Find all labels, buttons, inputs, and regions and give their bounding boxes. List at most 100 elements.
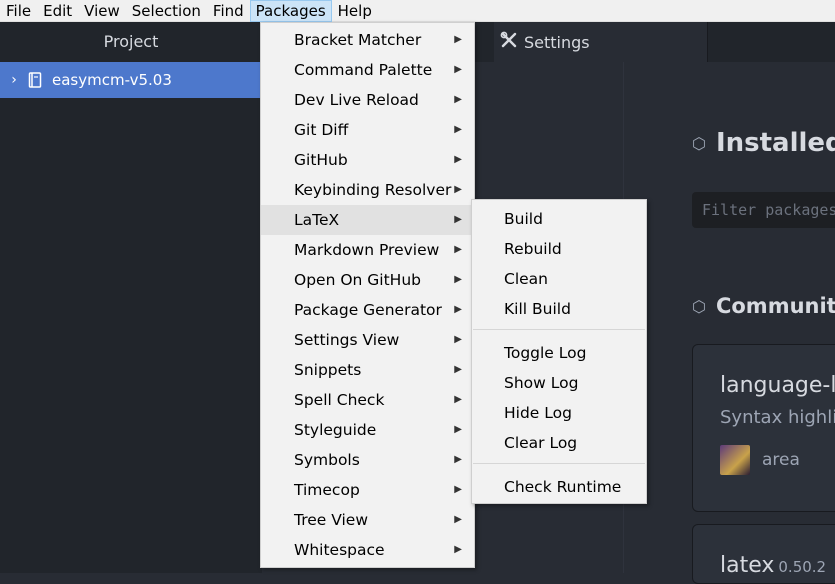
package-icon: ⬡ (692, 133, 706, 153)
submenu-arrow-icon: ▶ (454, 124, 462, 135)
menu-item-snippets[interactable]: Snippets ▶ (261, 355, 474, 385)
menu-item-label: LaTeX (294, 211, 340, 229)
submenu-arrow-icon: ▶ (454, 214, 462, 225)
menu-item-label: Snippets (294, 361, 362, 379)
project-root-label: easymcm-v5.03 (52, 71, 172, 89)
menu-find[interactable]: Find (207, 0, 250, 22)
menu-item-whitespace[interactable]: Whitespace ▶ (261, 535, 474, 565)
menu-item-tree-view[interactable]: Tree View ▶ (261, 505, 474, 535)
submenu-arrow-icon: ▶ (454, 424, 462, 435)
menu-item-dev-live-reload[interactable]: Dev Live Reload ▶ (261, 85, 474, 115)
package-author[interactable]: area (720, 445, 800, 475)
menu-item-label: Markdown Preview (294, 241, 440, 259)
menu-item-label: Spell Check (294, 391, 385, 409)
menu-item-timecop[interactable]: Timecop ▶ (261, 475, 474, 505)
community-packages-heading: ⬡ Community (692, 294, 835, 318)
menu-help[interactable]: Help (332, 0, 378, 22)
repo-icon (24, 72, 46, 88)
community-title: Community (715, 294, 835, 318)
menu-item-git-diff[interactable]: Git Diff ▶ (261, 115, 474, 145)
package-card[interactable]: latex 0.50.2 (692, 524, 835, 584)
menu-item-label: Keybinding Resolver (294, 181, 452, 199)
menu-item-settings-view[interactable]: Settings View ▶ (261, 325, 474, 355)
menu-selection[interactable]: Selection (126, 0, 207, 22)
menu-item-show-log[interactable]: Show Log (472, 368, 646, 398)
menu-item-label: Dev Live Reload (294, 91, 419, 109)
menu-item-toggle-log[interactable]: Toggle Log (472, 338, 646, 368)
menu-item-spell-check[interactable]: Spell Check ▶ (261, 385, 474, 415)
menu-item-kill-build[interactable]: Kill Build (472, 294, 646, 324)
submenu-arrow-icon: ▶ (454, 334, 462, 345)
menu-item-hide-log[interactable]: Hide Log (472, 398, 646, 428)
submenu-arrow-icon: ▶ (454, 34, 462, 45)
tree-view-panel: Project › easymcm-v5.03 (0, 22, 262, 573)
menu-item-command-palette[interactable]: Command Palette ▶ (261, 55, 474, 85)
package-version: 0.50.2 (778, 558, 827, 576)
menu-edit[interactable]: Edit (37, 0, 78, 22)
installed-title: Installed (715, 128, 835, 158)
package-name-row: latex 0.50.2 (720, 553, 826, 578)
menu-item-label: Package Generator (294, 301, 442, 319)
menu-item-open-on-github[interactable]: Open On GitHub ▶ (261, 265, 474, 295)
menu-item-label: Git Diff (294, 121, 349, 139)
menu-item-symbols[interactable]: Symbols ▶ (261, 445, 474, 475)
menu-item-bracket-matcher[interactable]: Bracket Matcher ▶ (261, 25, 474, 55)
filter-packages-input[interactable] (692, 192, 835, 228)
menu-item-check-runtime[interactable]: Check Runtime (472, 472, 646, 502)
menu-separator (473, 329, 645, 330)
author-name[interactable]: area (762, 450, 800, 470)
menu-item-label: Whitespace (294, 541, 385, 559)
menu-item-github[interactable]: GitHub ▶ (261, 145, 474, 175)
menu-item-label: Command Palette (294, 61, 433, 79)
menu-item-label: Symbols (294, 451, 360, 469)
submenu-arrow-icon: ▶ (454, 304, 462, 315)
menu-item-package-generator[interactable]: Package Generator ▶ (261, 295, 474, 325)
tab-settings-label: Settings (524, 32, 590, 52)
submenu-arrow-icon: ▶ (454, 484, 462, 495)
menu-item-label: Styleguide (294, 421, 377, 439)
menu-separator (473, 463, 645, 464)
menu-item-markdown-preview[interactable]: Markdown Preview ▶ (261, 235, 474, 265)
package-icon: ⬡ (692, 296, 706, 316)
chevron-right-icon[interactable]: › (4, 72, 24, 88)
menu-item-rebuild[interactable]: Rebuild (472, 234, 646, 264)
package-description: Syntax highlig (720, 407, 835, 428)
submenu-arrow-icon: ▶ (454, 454, 462, 465)
menu-item-label: Timecop (294, 481, 360, 499)
menu-item-build[interactable]: Build (472, 204, 646, 234)
tab-settings[interactable]: Settings (494, 22, 707, 62)
menu-item-label: Open On GitHub (294, 271, 421, 289)
project-root-folder[interactable]: › easymcm-v5.03 (0, 62, 262, 98)
submenu-arrow-icon: ▶ (454, 244, 462, 255)
tab-divider (707, 22, 708, 62)
submenu-arrow-icon: ▶ (454, 94, 462, 105)
packages-menu: Bracket Matcher ▶ Command Palette ▶ Dev Li… (260, 22, 475, 568)
package-name[interactable]: latex (720, 553, 774, 578)
submenu-arrow-icon: ▶ (454, 274, 462, 285)
menu-item-clear-log[interactable]: Clear Log (472, 428, 646, 458)
submenu-arrow-icon: ▶ (454, 64, 462, 75)
menu-item-label: GitHub (294, 151, 348, 169)
menu-item-styleguide[interactable]: Styleguide ▶ (261, 415, 474, 445)
menu-packages[interactable]: Packages (249, 0, 332, 22)
package-card[interactable]: language-la Syntax highlig area (692, 344, 835, 512)
submenu-arrow-icon: ▶ (454, 394, 462, 405)
submenu-arrow-icon: ▶ (454, 184, 462, 195)
tree-view-header[interactable]: Project (0, 22, 262, 62)
tools-icon (500, 31, 518, 54)
menu-item-label: Bracket Matcher (294, 31, 422, 49)
menu-item-clean[interactable]: Clean (472, 264, 646, 294)
menu-item-label: Settings View (294, 331, 400, 349)
menu-file[interactable]: File (0, 0, 37, 22)
menu-item-latex[interactable]: LaTeX ▶ (261, 205, 474, 235)
menu-bar: File Edit View Selection Find Packages H… (0, 0, 835, 22)
menu-view[interactable]: View (78, 0, 126, 22)
submenu-arrow-icon: ▶ (454, 514, 462, 525)
menu-item-keybinding-resolver[interactable]: Keybinding Resolver ▶ (261, 175, 474, 205)
submenu-arrow-icon: ▶ (454, 364, 462, 375)
package-name[interactable]: language-la (720, 373, 835, 398)
menu-item-label: Tree View (294, 511, 369, 529)
submenu-arrow-icon: ▶ (454, 544, 462, 555)
submenu-arrow-icon: ▶ (454, 154, 462, 165)
installed-packages-heading: ⬡ Installed (692, 128, 835, 158)
